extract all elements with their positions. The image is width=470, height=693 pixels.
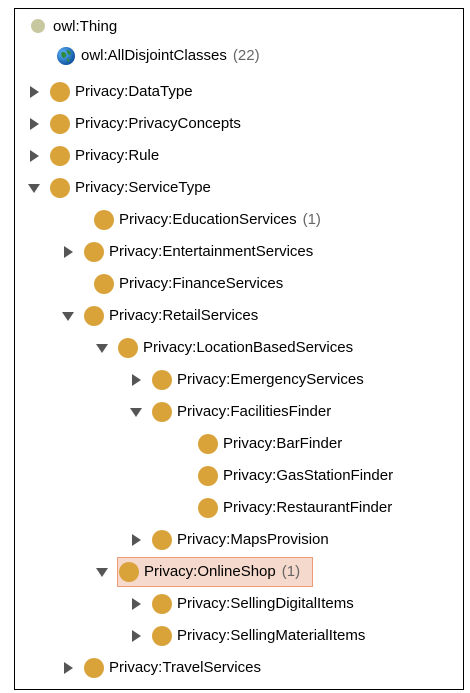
instance-count: (1) [302,211,321,228]
collapse-triangle-icon[interactable] [95,565,109,579]
class-hierarchy-tree: owl:Thing owl:AllDisjointClasses (22) Pr… [14,8,464,690]
tree-item-label: Privacy:EntertainmentServices [109,243,314,260]
class-icon [83,305,105,327]
tree-item-restaurant-finder[interactable]: Privacy:RestaurantFinder [15,493,463,523]
class-icon [118,561,140,583]
class-icon [151,369,173,391]
expand-triangle-icon[interactable] [27,85,41,99]
collapse-triangle-icon[interactable] [27,181,41,195]
class-icon [83,241,105,263]
expand-triangle-icon[interactable] [129,533,143,547]
class-icon [83,657,105,679]
tree-item-label: Privacy:MapsProvision [177,531,329,548]
class-icon [117,337,139,359]
tree-item-label: Privacy:FacilitiesFinder [177,403,332,420]
tree-item-label: Privacy:RetailServices [109,307,259,324]
class-icon [93,273,115,295]
expand-triangle-icon[interactable] [129,373,143,387]
class-icon [151,593,173,615]
tree-item-label: owl:AllDisjointClasses [81,47,227,64]
tree-item-label: Privacy:LocationBasedServices [143,339,354,356]
collapse-triangle-icon[interactable] [129,405,143,419]
class-icon [151,625,173,647]
tree-item-emergency-services[interactable]: Privacy:EmergencyServices [15,365,463,395]
tree-item-selling-material-items[interactable]: Privacy:SellingMaterialItems [15,621,463,651]
tree-root[interactable]: owl:Thing [15,11,463,41]
tree-item-facilities-finder[interactable]: Privacy:FacilitiesFinder [15,397,463,427]
class-icon [151,401,173,423]
class-icon [197,433,219,455]
selected-tree-item[interactable]: Privacy:OnlineShop (1) [117,557,314,587]
globe-icon [55,45,77,67]
tree-item-location-based-services[interactable]: Privacy:LocationBasedServices [15,333,463,363]
tree-item-label: Privacy:OnlineShop [144,563,276,580]
tree-item-all-disjoint-classes[interactable]: owl:AllDisjointClasses (22) [15,41,463,71]
tree-item-selling-digital-items[interactable]: Privacy:SellingDigitalItems [15,589,463,619]
class-icon [151,529,173,551]
tree-item-label: Privacy:BarFinder [223,435,343,452]
tree-item-finance-services[interactable]: Privacy:FinanceServices [15,269,463,299]
class-icon [197,465,219,487]
class-icon [197,497,219,519]
tree-item-privacy-concepts[interactable]: Privacy:PrivacyConcepts [15,109,463,139]
tree-item-retail-services[interactable]: Privacy:RetailServices [15,301,463,331]
tree-item-gas-station-finder[interactable]: Privacy:GasStationFinder [15,461,463,491]
tree-item-data-type[interactable]: Privacy:DataType [15,77,463,107]
collapse-triangle-icon[interactable] [61,309,75,323]
class-icon [49,113,71,135]
tree-item-label: Privacy:PrivacyConcepts [75,115,241,132]
tree-item-rule[interactable]: Privacy:Rule [15,141,463,171]
expand-triangle-icon[interactable] [61,661,75,675]
expand-triangle-icon[interactable] [129,629,143,643]
tree-item-maps-provision[interactable]: Privacy:MapsProvision [15,525,463,555]
tree-root-label: owl:Thing [53,17,118,35]
tree-item-label: Privacy:SellingMaterialItems [177,627,366,644]
expand-triangle-icon[interactable] [27,117,41,131]
tree-item-travel-services[interactable]: Privacy:TravelServices [15,653,463,683]
instance-count: (22) [232,47,260,64]
tree-item-label: Privacy:EmergencyServices [177,371,364,388]
class-icon [49,177,71,199]
class-icon [93,209,115,231]
tree-item-service-type[interactable]: Privacy:ServiceType [15,173,463,203]
tree-item-bar-finder[interactable]: Privacy:BarFinder [15,429,463,459]
tree-item-label: Privacy:EducationServices [119,211,297,228]
class-icon [27,18,49,34]
tree-item-online-shop[interactable]: Privacy:OnlineShop (1) [15,557,463,587]
tree-item-label: Privacy:DataType [75,83,193,100]
tree-item-label: Privacy:SellingDigitalItems [177,595,354,612]
expand-triangle-icon[interactable] [129,597,143,611]
tree-item-label: Privacy:GasStationFinder [223,467,394,484]
expand-triangle-icon[interactable] [61,245,75,259]
collapse-triangle-icon[interactable] [95,341,109,355]
instance-count: (1) [281,563,301,580]
tree-item-label: Privacy:ServiceType [75,179,211,196]
tree-item-label: Privacy:RestaurantFinder [223,499,393,516]
tree-item-education-services[interactable]: Privacy:EducationServices (1) [15,205,463,235]
class-icon [49,81,71,103]
tree-item-label: Privacy:FinanceServices [119,275,284,292]
expand-triangle-icon[interactable] [27,149,41,163]
class-icon [49,145,71,167]
tree-item-label: Privacy:TravelServices [109,659,261,676]
tree-item-label: Privacy:Rule [75,147,160,164]
tree-item-entertainment-services[interactable]: Privacy:EntertainmentServices [15,237,463,267]
